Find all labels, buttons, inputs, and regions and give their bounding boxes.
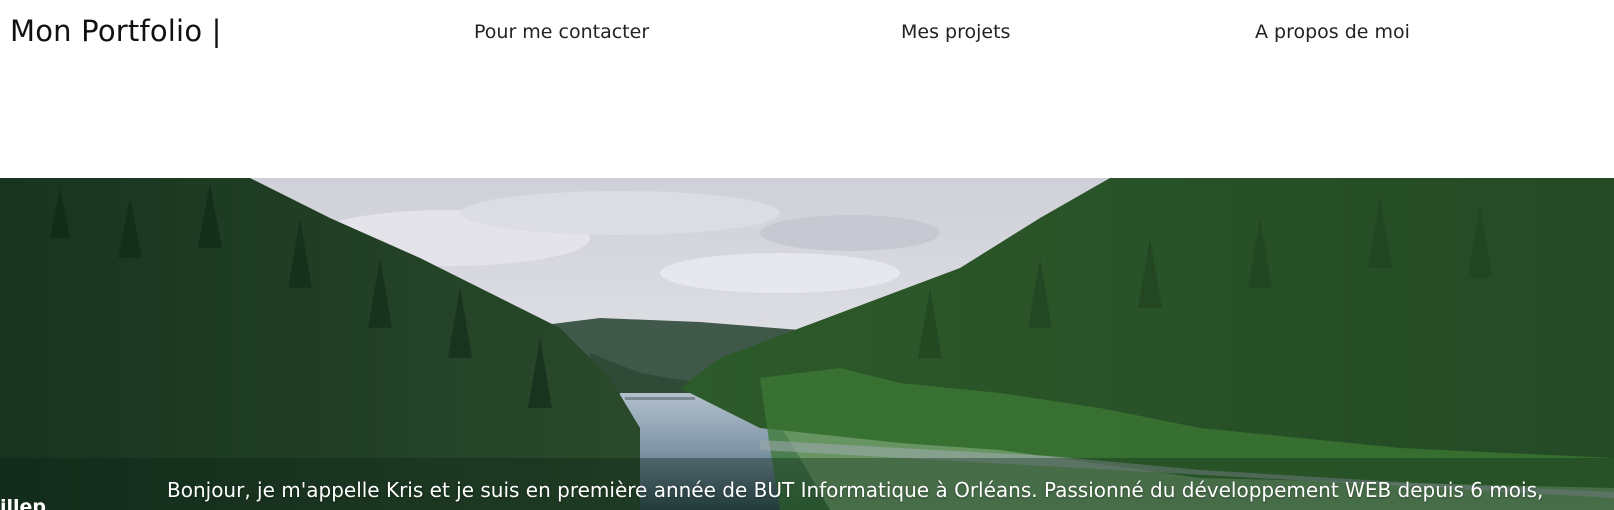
partial-text: illep — [0, 496, 47, 510]
nav-link-projects[interactable]: Mes projets — [901, 21, 1010, 43]
hero-banner: Bonjour, je m'appelle Kris et je suis en… — [0, 178, 1614, 510]
nav-link-contact[interactable]: Pour me contacter — [474, 21, 649, 43]
site-title[interactable]: Mon Portfolio | — [10, 14, 222, 48]
site-header: Mon Portfolio | Pour me contacter Mes pr… — [0, 0, 1614, 178]
intro-text: Bonjour, je m'appelle Kris et je suis en… — [167, 478, 1544, 502]
nav-link-about[interactable]: A propos de moi — [1255, 21, 1410, 43]
hero-landscape-image — [0, 178, 1614, 510]
